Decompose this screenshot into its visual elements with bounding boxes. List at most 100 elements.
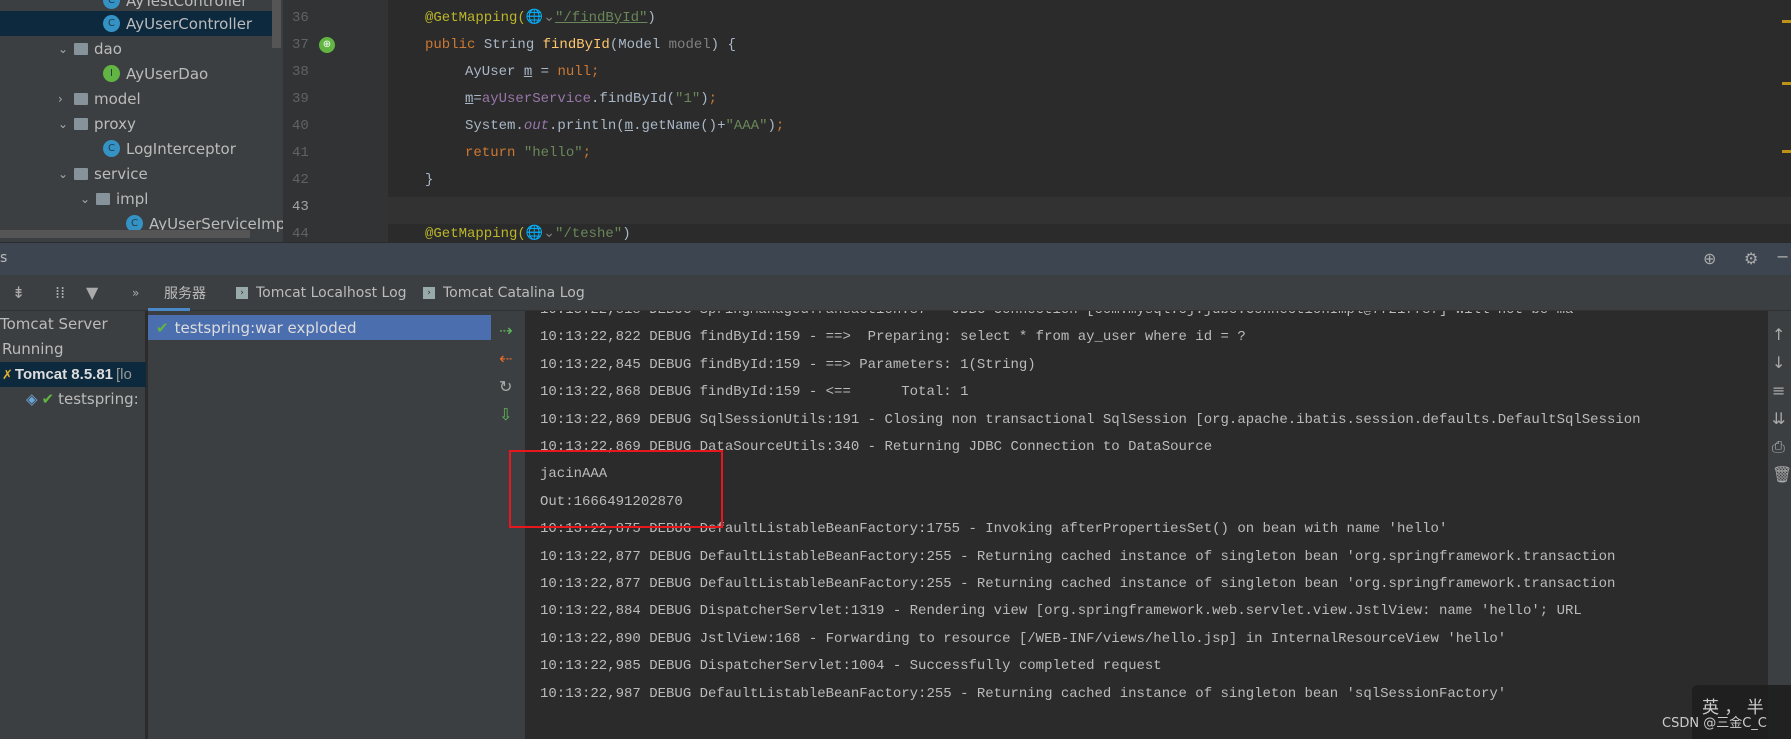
log-line: 10:13:22,822 DEBUG findById:159 - ==> Pr… [540, 329, 1246, 345]
redeploy-icon[interactable]: ⇩ [499, 407, 512, 423]
error-stripe-marker[interactable] [1782, 20, 1791, 23]
line-number: 38 [292, 64, 309, 80]
error-stripe-marker[interactable] [1782, 150, 1791, 153]
log-line: 10:13:22,985 DEBUG DispatcherServlet:100… [540, 658, 1162, 674]
check-icon: ✔ [156, 318, 169, 337]
horizontal-scrollbar[interactable] [0, 230, 250, 238]
request-mapping-icon[interactable]: ⊕ [319, 37, 335, 53]
code-line-42: } [425, 172, 434, 188]
class-icon: C [103, 15, 120, 32]
folder-icon [74, 167, 88, 180]
tree-item-ayuserdao[interactable]: I AyUserDao [103, 61, 208, 86]
chevron-down-icon[interactable]: ⌄ [58, 167, 74, 181]
project-tree: C AyTestController C AyUserController ⌄ dao… [0, 0, 283, 242]
globe-icon: 🌐⌄ [525, 226, 555, 242]
console-actions: ↑ ↓ ≡ ⇊ ⎙ 🗑 [1768, 311, 1791, 739]
deployment-item[interactable]: ✔ testspring:war exploded [148, 315, 491, 340]
refresh-icon[interactable]: ↻ [499, 379, 512, 395]
chevron-down-icon[interactable]: ⌄ [58, 117, 74, 131]
tool-window-header: s ⊕ ⚙ − [0, 242, 1791, 275]
watermark: CSDN @三金C_C [1662, 716, 1767, 731]
log-icon: › [423, 287, 435, 299]
tree-item-service[interactable]: ⌄ service [58, 161, 148, 186]
log-line: 10:13:22,877 DEBUG DefaultListableBeanFa… [540, 576, 1616, 592]
class-icon: C [103, 140, 120, 157]
log-line: 10:13:22,818 DEBUG SpringManagedTransact… [540, 311, 1573, 324]
log-icon: › [236, 287, 248, 299]
highlight-box [509, 450, 723, 528]
log-line: 10:13:22,987 DEBUG DefaultListableBeanFa… [540, 686, 1507, 702]
group-by-icon[interactable]: ⁞⁞ [55, 285, 65, 301]
crosshair-icon[interactable]: ⊕ [1703, 251, 1716, 267]
log-line: 10:13:22,890 DEBUG JstlView:168 - Forwar… [540, 631, 1507, 647]
folder-icon [74, 92, 88, 105]
scroll-to-end-icon[interactable]: ⇊ [1772, 411, 1785, 427]
tool-window-title: s [0, 250, 8, 266]
error-stripe-marker[interactable] [1782, 82, 1791, 85]
tab-server[interactable]: 服务器 [164, 275, 206, 311]
folder-icon [74, 42, 88, 55]
soft-wrap-icon[interactable]: ≡ [1772, 383, 1785, 399]
tree-item-proxy[interactable]: ⌄ proxy [58, 111, 136, 136]
tab-tomcat-localhost-log[interactable]: › Tomcat Localhost Log [236, 275, 407, 311]
class-icon: C [103, 0, 120, 9]
arrow-up-icon[interactable]: ↑ [1772, 327, 1785, 343]
gear-icon[interactable]: ⚙ [1744, 251, 1758, 267]
globe-icon: 🌐⌄ [525, 10, 555, 26]
trash-icon[interactable]: 🗑 [1772, 467, 1791, 483]
minimize-icon[interactable]: − [1776, 249, 1789, 265]
code-line-40: System.out.println(m.getName()+"AAA"); [465, 118, 785, 134]
line-number: 42 [292, 172, 309, 188]
chevron-down-icon[interactable]: ⌄ [80, 192, 96, 206]
log-line: 10:13:22,869 DEBUG SqlSessionUtils:191 -… [540, 412, 1641, 428]
folder-icon [96, 192, 110, 205]
artifact-icon: ◈ [26, 390, 38, 408]
log-line: 10:13:22,868 DEBUG findById:159 - <== To… [540, 384, 969, 400]
line-number: 43 [292, 199, 309, 215]
log-line: 10:13:22,877 DEBUG DefaultListableBeanFa… [540, 549, 1616, 565]
code-line-36: @GetMapping(🌐⌄"/findById") [425, 10, 656, 26]
collapse-all-icon[interactable]: ⇟ [12, 285, 25, 301]
undeploy-icon[interactable]: ⇠ [499, 351, 512, 367]
log-line: 10:13:22,884 DEBUG DispatcherServlet:131… [540, 603, 1582, 619]
code-line-37: public String findById(Model model) { [425, 37, 736, 53]
print-icon[interactable]: ⎙ [1772, 439, 1785, 455]
line-number: 44 [292, 226, 309, 242]
tree-scrollbar[interactable] [272, 0, 281, 48]
tree-item-dao[interactable]: ⌄ dao [58, 36, 122, 61]
interface-icon: I [103, 65, 120, 82]
line-number: 40 [292, 118, 309, 134]
more-icon[interactable]: » [132, 285, 139, 301]
line-number: 36 [292, 10, 309, 26]
service-running[interactable]: Running [2, 340, 63, 358]
check-icon: ✔ [41, 390, 55, 408]
tree-item-model[interactable]: › model [58, 86, 141, 111]
deployments-panel [148, 311, 491, 739]
line-number: 41 [292, 145, 309, 161]
service-artifact[interactable]: ◈ ✔ testspring: [26, 390, 139, 408]
code-line-39: m=ayUserService.findById("1"); [465, 91, 718, 107]
chevron-right-icon[interactable]: › [58, 92, 74, 106]
arrow-down-icon[interactable]: ↓ [1772, 355, 1785, 371]
line-number: 39 [292, 91, 309, 107]
filter-icon[interactable]: ▼ [86, 285, 98, 301]
service-tomcat-suffix: [lo [116, 366, 132, 383]
folder-icon [74, 117, 88, 130]
services-toolbar: ⇟ ⁞⁞ ▼ » 服务器 › Tomcat Localhost Log › Tomc… [0, 275, 1791, 311]
tree-item-impl[interactable]: ⌄ impl [80, 186, 148, 211]
line-number: 37 [292, 37, 309, 53]
log-line: 10:13:22,845 DEBUG findById:159 - ==> Pa… [540, 357, 1036, 373]
code-line-41: return "hello"; [465, 145, 592, 161]
code-lines: @GetMapping(🌐⌄"/findById") public String… [388, 0, 1791, 242]
tomcat-icon: ✗ [2, 366, 13, 382]
tree-item-ayusercontroller[interactable]: C AyUserController [0, 11, 272, 36]
code-line-38: AyUser m = null; [465, 64, 600, 80]
service-tomcat-server[interactable]: Tomcat Server [0, 315, 108, 333]
tree-item-loginterceptor[interactable]: C LogInterceptor [103, 136, 236, 161]
services-tree: Tomcat Server Running ✗ Tomcat 8.5.81 [lo … [0, 311, 146, 739]
tab-tomcat-catalina-log[interactable]: › Tomcat Catalina Log [423, 275, 585, 311]
deploy-icon[interactable]: ⇢ [499, 323, 512, 339]
chevron-down-icon[interactable]: ⌄ [58, 42, 74, 56]
service-tomcat-instance[interactable]: ✗ Tomcat 8.5.81 [lo [0, 362, 146, 387]
code-line-44: @GetMapping(🌐⌄"/teshe") [425, 226, 631, 242]
